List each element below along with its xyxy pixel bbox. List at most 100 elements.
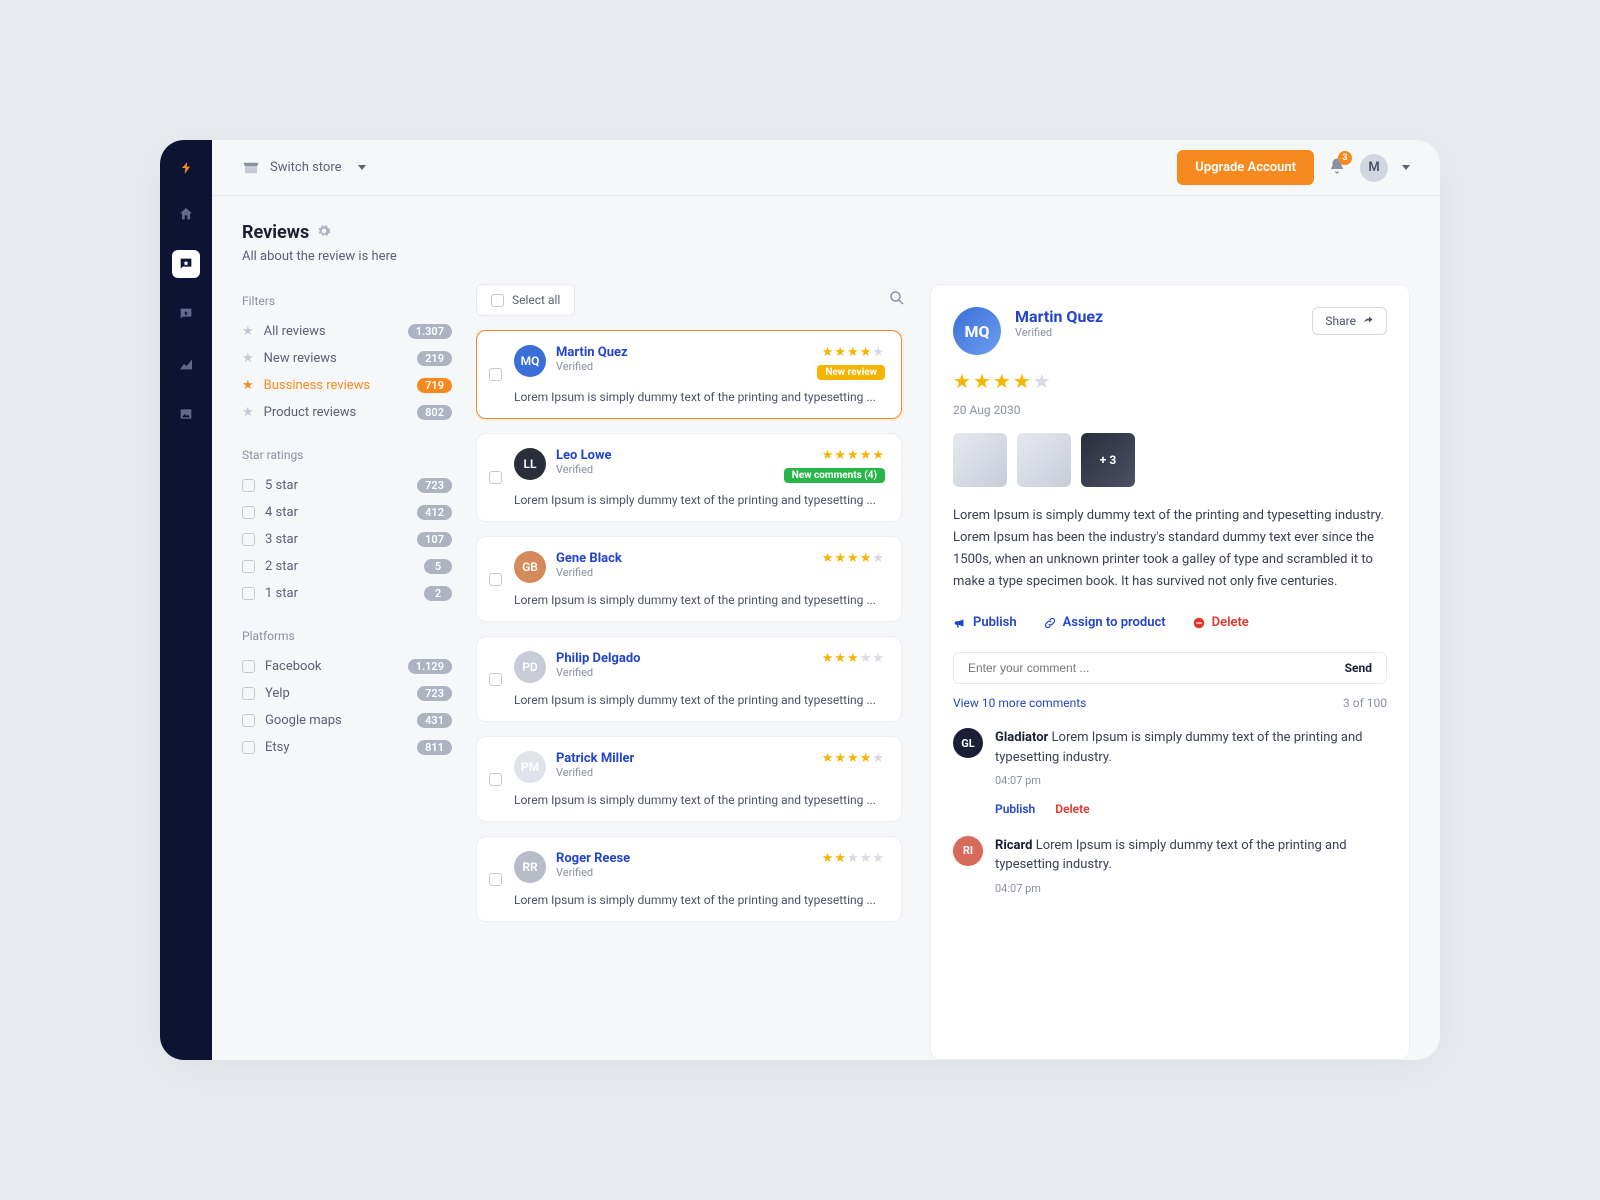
detail-thumbnails: + 3 [953,433,1387,487]
filter-bussiness-reviews[interactable]: ★Bussiness reviews719 [242,372,452,399]
search-button[interactable] [888,289,906,311]
review-name[interactable]: Patrick Miller [556,751,634,766]
avatar: M [1360,154,1388,182]
checkbox-icon [242,560,255,573]
chevron-down-icon [358,165,366,170]
topbar: Switch store Upgrade Account 3 M [212,140,1440,196]
star-filter-3-star[interactable]: 3 star107 [242,526,452,553]
review-verified: Verified [556,766,634,779]
comment-time: 04:07 pm [995,773,1387,790]
thumbnail[interactable] [1017,433,1071,487]
review-name[interactable]: Leo Lowe [556,448,612,463]
assign-to-product-button[interactable]: Assign to product [1043,615,1166,630]
filter-label: Product reviews [264,405,357,420]
review-card[interactable]: PM Patrick Miller Verified ★★★★★ Lorem I… [476,736,902,822]
comment-publish-button[interactable]: Publish [995,800,1035,818]
review-name[interactable]: Gene Black [556,551,622,566]
account-menu[interactable]: M [1360,154,1410,182]
upgrade-account-button[interactable]: Upgrade Account [1177,150,1314,185]
thumbnail-more[interactable]: + 3 [1081,433,1135,487]
review-tag: New review [817,365,885,380]
checkbox-icon[interactable] [489,873,502,886]
notifications-button[interactable]: 3 [1328,157,1346,179]
review-avatar: RR [514,851,546,883]
review-name[interactable]: Philip Delgado [556,651,640,666]
comment-author: Ricard [995,838,1032,853]
review-excerpt: Lorem Ipsum is simply dummy text of the … [514,493,885,507]
checkbox-icon[interactable] [489,573,502,586]
review-stars: ★★★★★ [784,448,885,463]
filter-count: 107 [417,532,452,547]
detail-date: 20 Aug 2030 [953,403,1387,417]
star-icon: ★ [242,378,254,393]
checkbox-icon[interactable] [489,368,502,381]
checkbox-icon [491,294,504,307]
star-filter-2-star[interactable]: 2 star5 [242,553,452,580]
nav-home[interactable] [172,200,200,228]
switch-store-dropdown[interactable]: Switch store [242,160,366,175]
filter-new-reviews[interactable]: ★New reviews219 [242,345,452,372]
page-title: Reviews [242,222,309,243]
review-card[interactable]: GB Gene Black Verified ★★★★★ Lorem Ipsum… [476,536,902,622]
view-more-comments-link[interactable]: View 10 more comments [953,696,1086,710]
comment-input-box: Send [953,652,1387,684]
page-header: Reviews All about the review is here [242,222,1410,264]
comment-input[interactable] [968,661,1345,675]
star-filter-4-star[interactable]: 4 star412 [242,499,452,526]
page-body: Reviews All about the review is here Fil… [212,196,1440,1060]
detail-verified: Verified [1015,326,1103,339]
nav-analytics[interactable] [172,350,200,378]
star-filter-5-star[interactable]: 5 star723 [242,472,452,499]
review-excerpt: Lorem Ipsum is simply dummy text of the … [514,593,885,607]
platform-filter-facebook[interactable]: Facebook1.129 [242,653,452,680]
filter-label: Bussiness reviews [264,378,371,393]
review-name[interactable]: Martin Quez [556,345,628,360]
comment-delete-button[interactable]: Delete [1055,800,1089,818]
platform-filter-google-maps[interactable]: Google maps431 [242,707,452,734]
filter-label: Yelp [265,686,290,701]
platform-filter-yelp[interactable]: Yelp723 [242,680,452,707]
nav-images[interactable] [172,400,200,428]
review-name[interactable]: Roger Reese [556,851,630,866]
review-card[interactable]: RR Roger Reese Verified ★★★★★ Lorem Ipsu… [476,836,902,922]
detail-actions: Publish Assign to product Delete [953,615,1387,630]
comment-avatar: RI [953,836,983,866]
review-card[interactable]: MQ Martin Quez Verified ★★★★★ New review… [476,330,902,419]
review-tag: New comments (4) [784,468,885,483]
send-button[interactable]: Send [1345,661,1372,675]
review-card[interactable]: PD Philip Delgado Verified ★★★★★ Lorem I… [476,636,902,722]
settings-button[interactable] [317,223,331,242]
checkbox-icon[interactable] [489,673,502,686]
delete-button[interactable]: Delete [1192,615,1249,630]
review-excerpt: Lorem Ipsum is simply dummy text of the … [514,390,885,404]
review-card[interactable]: LL Leo Lowe Verified ★★★★★ New comments … [476,433,902,522]
comment-avatar: GL [953,728,983,758]
nav-reviews[interactable] [172,250,200,278]
review-excerpt: Lorem Ipsum is simply dummy text of the … [514,893,885,907]
review-verified: Verified [556,666,640,679]
switch-store-label: Switch store [270,160,342,175]
publish-button[interactable]: Publish [953,615,1017,630]
star-filter-1-star[interactable]: 1 star2 [242,580,452,607]
review-verified: Verified [556,463,612,476]
review-excerpt: Lorem Ipsum is simply dummy text of the … [514,793,885,807]
detail-name[interactable]: Martin Quez [1015,307,1103,326]
checkbox-icon[interactable] [489,471,502,484]
thumbnail[interactable] [953,433,1007,487]
checkbox-icon [242,533,255,546]
platform-filter-etsy[interactable]: Etsy811 [242,734,452,761]
review-list: MQ Martin Quez Verified ★★★★★ New review… [476,330,906,922]
filter-product-reviews[interactable]: ★Product reviews802 [242,399,452,426]
select-all-button[interactable]: Select all [476,284,575,316]
checkbox-icon[interactable] [489,773,502,786]
filter-all-reviews[interactable]: ★All reviews1.307 [242,318,452,345]
filters-heading: Filters [242,294,452,308]
nav-inbox[interactable] [172,300,200,328]
review-list-panel: Select all MQ Martin Quez Verified ★★★★★ [476,284,906,1060]
filter-label: Google maps [265,713,342,728]
review-avatar: PM [514,751,546,783]
select-all-label: Select all [512,293,560,307]
main: Switch store Upgrade Account 3 M Reviews [212,140,1440,1060]
star-ratings-heading: Star ratings [242,448,452,462]
share-button[interactable]: Share [1312,307,1387,335]
